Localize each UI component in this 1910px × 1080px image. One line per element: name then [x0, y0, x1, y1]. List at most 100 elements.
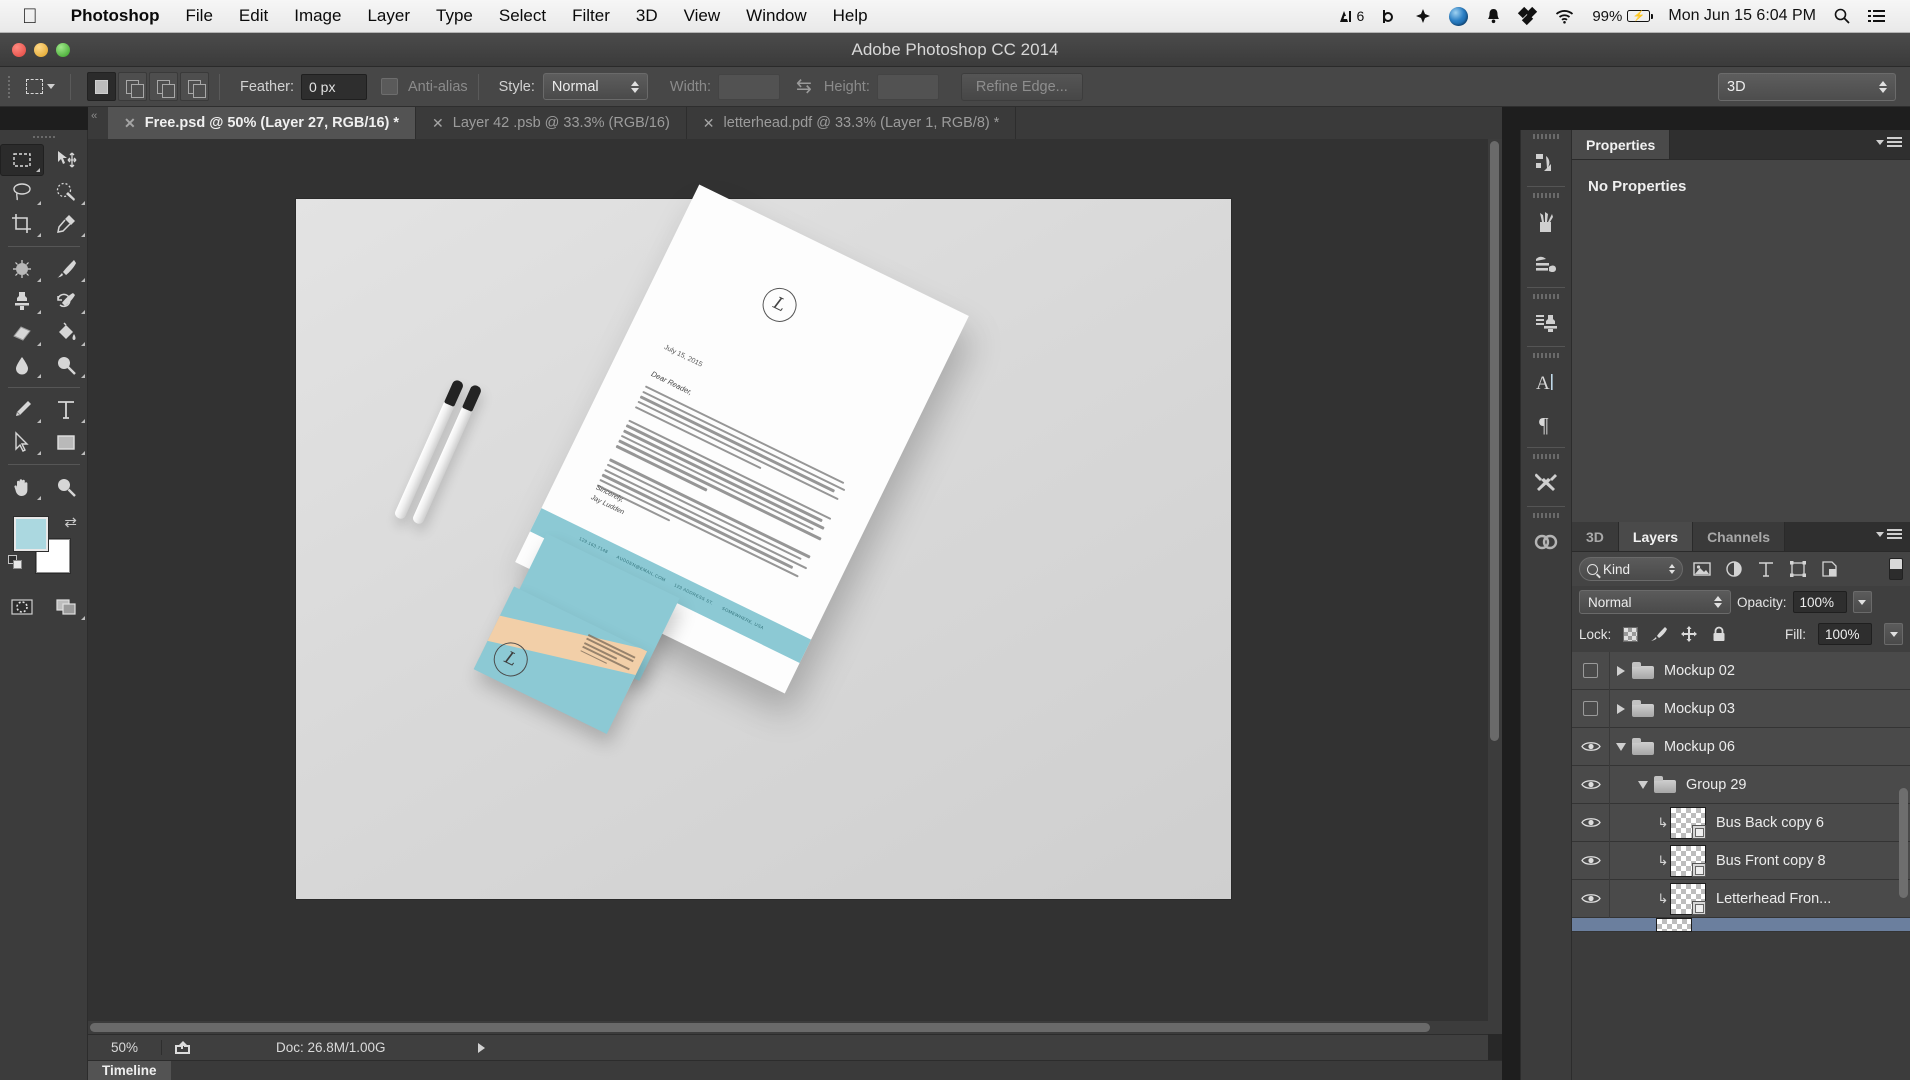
eraser-tool[interactable]: [0, 317, 44, 349]
collapse-triangle-icon[interactable]: [1610, 742, 1632, 751]
menu-select[interactable]: Select: [486, 6, 559, 26]
layer-name[interactable]: Bus Front copy 8: [1716, 853, 1826, 869]
style-select[interactable]: Normal: [542, 73, 648, 100]
canvas-horizontal-scrollbar[interactable]: [88, 1021, 1488, 1034]
spotlight-search-icon[interactable]: [1825, 8, 1859, 24]
type-filter-icon[interactable]: [1753, 557, 1779, 581]
dock-grip[interactable]: [1521, 509, 1571, 521]
layer-list[interactable]: Mockup 02 Mockup 03 Mockup 06 Group 29 ↳…: [1572, 652, 1910, 1080]
collapse-triangle-icon[interactable]: [1610, 780, 1648, 789]
layer-visibility-toggle[interactable]: [1572, 841, 1610, 880]
table-row[interactable]: ↳ Bus Front copy 8: [1572, 841, 1910, 880]
table-row[interactable]: ↳ Bus Back copy 6: [1572, 803, 1910, 842]
lock-transparent-pixels-icon[interactable]: [1623, 626, 1639, 642]
status-expand-icon[interactable]: [477, 1042, 485, 1053]
menu-3d[interactable]: 3D: [623, 6, 671, 26]
behance-icon[interactable]: [1373, 8, 1406, 25]
tab-3d[interactable]: 3D: [1572, 522, 1619, 551]
table-row[interactable]: Mockup 02: [1572, 652, 1910, 690]
tab-layer-42-psb[interactable]: ✕ Layer 42 .psb @ 33.3% (RGB/16): [416, 107, 687, 139]
paint-bucket-tool[interactable]: [44, 317, 88, 349]
blur-tool[interactable]: [0, 349, 44, 381]
share-icon[interactable]: [162, 1040, 204, 1056]
type-tool[interactable]: [44, 394, 88, 426]
image-filter-icon[interactable]: [1689, 557, 1715, 581]
tab-layers[interactable]: Layers: [1618, 522, 1694, 551]
layer-name[interactable]: Bus Back copy 6: [1716, 815, 1824, 831]
tab-free-psd[interactable]: ✕ Free.psd @ 50% (Layer 27, RGB/16) *: [108, 107, 417, 139]
layer-visibility-toggle[interactable]: [1572, 652, 1610, 690]
crop-tool[interactable]: [0, 208, 44, 240]
subtract-from-selection-button[interactable]: [149, 72, 178, 101]
menu-edit[interactable]: Edit: [226, 6, 281, 26]
layer-thumbnail[interactable]: [1670, 806, 1706, 839]
layer-visibility-toggle[interactable]: [1572, 879, 1610, 918]
intersect-selection-button[interactable]: [180, 72, 209, 101]
fill-dropdown-icon[interactable]: [1884, 623, 1903, 645]
menu-type[interactable]: Type: [423, 6, 486, 26]
paragraph-icon[interactable]: ¶: [1521, 403, 1571, 445]
brush-tool[interactable]: [44, 253, 88, 285]
menu-view[interactable]: View: [671, 6, 734, 26]
zoom-tool[interactable]: [44, 471, 88, 503]
timeline-tab-label[interactable]: Timeline: [88, 1060, 171, 1080]
anti-alias-checkbox[interactable]: [381, 78, 398, 95]
tab-letterhead-pdf[interactable]: ✕ letterhead.pdf @ 33.3% (Layer 1, RGB/8…: [686, 107, 1017, 139]
new-selection-button[interactable]: [87, 72, 116, 101]
history-icon[interactable]: [1521, 142, 1571, 184]
layer-name[interactable]: Mockup 03: [1664, 701, 1735, 717]
layer-visibility-toggle[interactable]: [1572, 765, 1610, 804]
blend-mode-select[interactable]: Normal: [1579, 590, 1731, 614]
brush-presets-icon[interactable]: [1521, 201, 1571, 243]
notification-center-icon[interactable]: [1859, 9, 1894, 23]
swap-colors-icon[interactable]: ⇄: [64, 513, 77, 531]
layer-name[interactable]: Group 29: [1686, 777, 1746, 793]
tools-panel-grip[interactable]: [0, 130, 87, 144]
menu-help[interactable]: Help: [820, 6, 881, 26]
swap-width-height-icon[interactable]: ⇄: [796, 75, 812, 98]
battery-status[interactable]: 99% ⚡: [1583, 8, 1659, 25]
layer-thumbnail[interactable]: [1656, 917, 1692, 932]
shape-filter-icon[interactable]: [1785, 557, 1811, 581]
close-icon[interactable]: ✕: [124, 115, 136, 132]
expand-triangle-icon[interactable]: [1610, 703, 1632, 714]
width-input[interactable]: [718, 73, 780, 100]
refine-edge-button[interactable]: Refine Edge...: [960, 72, 1083, 101]
layer-visibility-toggle[interactable]: [1572, 803, 1610, 842]
lasso-tool[interactable]: [0, 176, 44, 208]
dock-grip[interactable]: [1521, 450, 1571, 462]
smart-object-filter-icon[interactable]: [1817, 557, 1843, 581]
zoom-level[interactable]: 50%: [88, 1040, 162, 1055]
close-icon[interactable]: ✕: [703, 115, 715, 132]
adobe-app-manager-icon[interactable]: 6: [1329, 8, 1374, 25]
lock-position-icon[interactable]: [1680, 625, 1698, 643]
filter-enable-toggle[interactable]: [1889, 558, 1903, 580]
menu-image[interactable]: Image: [281, 6, 354, 26]
table-row[interactable]: [1572, 917, 1910, 932]
table-row[interactable]: Mockup 03: [1572, 689, 1910, 728]
brush-settings-icon[interactable]: [1521, 243, 1571, 285]
menu-layer[interactable]: Layer: [354, 6, 423, 26]
hand-tool[interactable]: [0, 471, 44, 503]
path-selection-tool[interactable]: [0, 426, 44, 458]
layer-name[interactable]: Mockup 02: [1664, 663, 1735, 679]
dropbox-icon[interactable]: [1510, 6, 1546, 26]
tab-properties[interactable]: Properties: [1572, 130, 1671, 159]
screen-mode-button[interactable]: [44, 591, 88, 623]
eyedropper-tool[interactable]: [44, 208, 88, 240]
dock-grip[interactable]: [1521, 349, 1571, 361]
layer-visibility-toggle[interactable]: [1572, 689, 1610, 728]
active-tool-preset[interactable]: [20, 72, 60, 102]
menu-window[interactable]: Window: [733, 6, 819, 26]
feather-input[interactable]: 0 px: [301, 73, 367, 100]
table-row[interactable]: Group 29: [1572, 765, 1910, 804]
move-tool[interactable]: [44, 144, 88, 176]
height-input[interactable]: [876, 73, 939, 100]
creative-cloud-status-icon[interactable]: [1440, 6, 1477, 26]
sync-icon[interactable]: [1406, 8, 1440, 24]
close-icon[interactable]: ✕: [432, 115, 444, 132]
expand-triangle-icon[interactable]: [1610, 665, 1632, 676]
layer-thumbnail[interactable]: [1670, 882, 1706, 915]
tool-presets-icon[interactable]: [1521, 462, 1571, 504]
clone-stamp-tool[interactable]: [0, 285, 44, 317]
